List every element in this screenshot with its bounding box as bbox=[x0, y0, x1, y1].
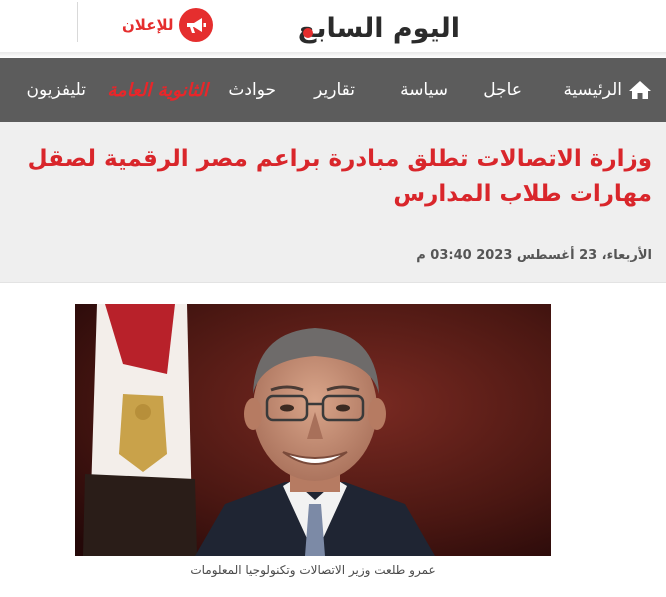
nav-item-label: تليفزيون bbox=[26, 80, 86, 100]
site-header: للإعلان اليوم السابع bbox=[0, 0, 666, 52]
advertise-link[interactable]: للإعلان bbox=[122, 8, 214, 42]
megaphone-icon bbox=[179, 8, 214, 42]
nav-item-politics[interactable]: سياسة bbox=[400, 58, 448, 122]
home-icon bbox=[628, 80, 652, 100]
nav-item-reports[interactable]: تقارير bbox=[314, 58, 355, 122]
article-date: الأربعاء، 23 أغسطس 2023 03:40 م bbox=[416, 248, 652, 263]
main-nav: الرئيسية عاجل سياسة تقارير حوادث الثانوي… bbox=[0, 58, 666, 122]
nav-item-television[interactable]: تليفزيون bbox=[27, 58, 86, 122]
header-divider bbox=[77, 2, 78, 42]
article-headline: وزارة الاتصالات تطلق مبادرة براعم مصر ال… bbox=[27, 146, 652, 207]
nav-item-label: تقارير bbox=[314, 80, 355, 100]
article-photo bbox=[75, 304, 551, 556]
nav-item-home[interactable]: الرئيسية bbox=[563, 58, 652, 122]
nav-item-label: الثانوية العامة bbox=[107, 79, 208, 101]
nav-item-high-school[interactable]: الثانوية العامة bbox=[107, 58, 208, 122]
article-header: وزارة الاتصالات تطلق مبادرة براعم مصر ال… bbox=[0, 122, 666, 282]
nav-item-label: حوادث bbox=[228, 80, 276, 100]
svg-text:اليوم السابع: اليوم السابع bbox=[298, 13, 460, 44]
advertise-label: للإعلان bbox=[122, 16, 174, 34]
nav-item-label: سياسة bbox=[400, 80, 448, 100]
photo-caption: عمرو طلعت وزير الاتصالات وتكنولوجيا المع… bbox=[190, 563, 436, 577]
site-logo[interactable]: اليوم السابع bbox=[298, 6, 466, 46]
nav-item-incidents[interactable]: حوادث bbox=[228, 58, 276, 122]
nav-item-label: عاجل bbox=[483, 80, 522, 100]
nav-item-label: الرئيسية bbox=[563, 80, 622, 100]
nav-item-breaking[interactable]: عاجل bbox=[483, 58, 522, 122]
header-separator bbox=[0, 282, 666, 283]
